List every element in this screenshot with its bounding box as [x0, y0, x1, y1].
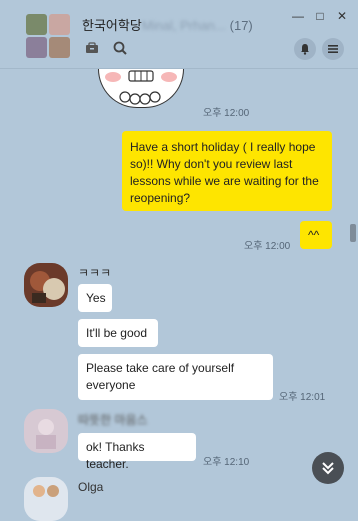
other-message-bubble[interactable]: It'll be good: [78, 319, 158, 347]
avatar[interactable]: [24, 263, 68, 307]
avatar-photo-icon: [24, 409, 68, 453]
sender-name: ㅋㅋㅋ: [78, 266, 112, 280]
drawer-icon[interactable]: [84, 40, 100, 56]
message-time: 오후 12:01: [279, 392, 326, 403]
chat-header: 한국어학당Minal, Prhan... (17) — □ ✕: [0, 0, 358, 69]
bell-icon: [301, 44, 309, 55]
sticker-image[interactable]: [98, 69, 184, 108]
member-count: (17): [229, 18, 253, 33]
avatar-photo-icon: [24, 477, 68, 521]
chat-title: 한국어학당Minal, Prhan... (17): [82, 15, 253, 34]
notification-button[interactable]: [294, 38, 316, 60]
my-message-bubble[interactable]: Have a short holiday ( I really hope so)…: [122, 131, 332, 211]
message-text: Have a short holiday ( I really hope so)…: [130, 140, 319, 205]
other-message-bubble[interactable]: Please take care of yourself everyone: [78, 354, 273, 400]
message-text: It'll be good: [86, 326, 148, 340]
minimize-button[interactable]: —: [292, 10, 304, 22]
search-icon[interactable]: [112, 40, 128, 56]
avatar-photo-icon: [24, 263, 68, 307]
message-text: Yes: [86, 291, 106, 305]
message-text: Please take care of yourself everyone: [86, 361, 235, 392]
avatar[interactable]: [24, 409, 68, 453]
sticker-face-icon: [105, 70, 177, 105]
message-text: ok! Thanks teacher.: [86, 440, 145, 471]
other-message-bubble[interactable]: Yes: [78, 284, 112, 312]
chat-title-members: Minal, Prhan...: [141, 18, 226, 33]
scroll-to-bottom-button[interactable]: [312, 452, 344, 484]
message-text: ^^: [308, 228, 320, 242]
close-button[interactable]: ✕: [336, 10, 348, 22]
room-avatar[interactable]: [26, 14, 70, 58]
sender-name: Olga: [78, 480, 104, 494]
other-message-bubble[interactable]: ok! Thanks teacher.: [78, 433, 196, 471]
chat-title-text: 한국어학당: [82, 18, 142, 33]
avatar[interactable]: [24, 477, 68, 521]
window-controls: — □ ✕: [292, 10, 348, 22]
message-time: 오후 12:00: [244, 241, 291, 252]
scrollbar-thumb[interactable]: [350, 224, 356, 242]
message-list[interactable]: 오후 12:00 Have a short holiday ( I really…: [0, 69, 358, 521]
message-time: 오후 12:10: [203, 457, 250, 468]
double-chevron-down-icon: [322, 462, 334, 475]
message-time: 오후 12:00: [203, 108, 250, 119]
menu-icon: [328, 45, 338, 53]
maximize-button[interactable]: □: [314, 10, 326, 22]
sender-name: 따뜻한 마음스: [78, 413, 148, 427]
my-message-bubble[interactable]: ^^: [300, 221, 332, 249]
menu-button[interactable]: [322, 38, 344, 60]
